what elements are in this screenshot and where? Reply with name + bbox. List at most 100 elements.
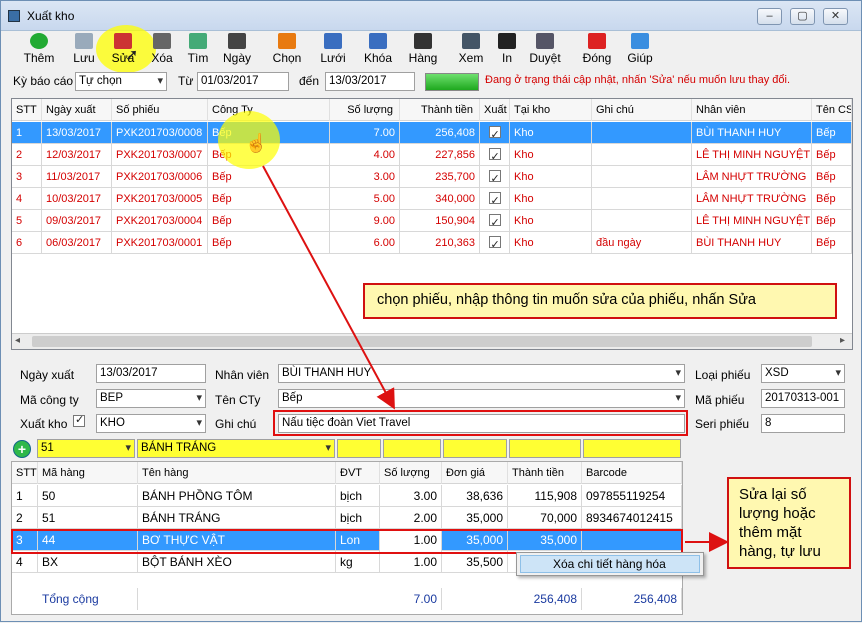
voucher-col-header[interactable]: Số lượng bbox=[330, 99, 400, 121]
voucher-cell-cs[interactable]: Bếp bbox=[812, 144, 852, 166]
find-button[interactable]: Tìm bbox=[181, 33, 215, 69]
voucher-cell-no[interactable]: PXK201703/0006 bbox=[112, 166, 208, 188]
detail-cell-name[interactable]: BỘT BÁNH XÈO bbox=[138, 551, 336, 573]
amount-entry[interactable] bbox=[509, 439, 581, 458]
detail-cell-amount[interactable]: 115,908 bbox=[508, 485, 582, 507]
approve-button[interactable]: Duyệt bbox=[523, 33, 567, 69]
detail-cell-unit[interactable]: kg bbox=[336, 551, 380, 573]
detail-cell-code[interactable]: 51 bbox=[38, 507, 138, 529]
export-checkbox[interactable] bbox=[73, 413, 85, 427]
detail-row[interactable]: 2 51 BÁNH TRÁNG bịch 2.00 35,000 70,000 8934674… bbox=[12, 507, 682, 529]
voucher-cell-staff[interactable]: BÙI THANH HUY bbox=[692, 122, 812, 144]
close-window-button[interactable]: ✕ bbox=[823, 8, 848, 25]
export-cell[interactable] bbox=[480, 210, 510, 232]
detail-cell-stt[interactable]: 1 bbox=[12, 485, 38, 507]
voucher-cell-cs[interactable]: Bếp bbox=[812, 166, 852, 188]
detail-col-header[interactable]: Thành tiền bbox=[508, 462, 582, 484]
delete-detail-menu-item[interactable]: Xóa chi tiết hàng hóa bbox=[520, 555, 700, 573]
voucher-cell-date[interactable]: 12/03/2017 bbox=[42, 144, 112, 166]
voucher-cell-qty[interactable]: 6.00 bbox=[330, 232, 400, 254]
detail-cell-name[interactable]: BÁNH PHỒNG TÔM bbox=[138, 485, 336, 507]
voucher-cell-staff[interactable]: LÂM NHỰT TRƯỜNG bbox=[692, 166, 812, 188]
voucher-cell-company[interactable]: Bếp bbox=[208, 188, 330, 210]
voucher-cell-qty[interactable]: 4.00 bbox=[330, 144, 400, 166]
help-button[interactable]: Giúp bbox=[623, 33, 657, 69]
voucher-cell-cs[interactable]: Bếp bbox=[812, 210, 852, 232]
voucher-col-header[interactable]: Ghi chú bbox=[592, 99, 692, 121]
voucher-col-header[interactable]: Số phiếu bbox=[112, 99, 208, 121]
voucher-cell-stt[interactable]: 5 bbox=[12, 210, 42, 232]
save-button[interactable]: Lưu bbox=[65, 33, 103, 69]
voucher-row[interactable]: 509/03/2017PXK201703/0004Bếp9.00150,904K… bbox=[12, 210, 852, 232]
add-item-icon[interactable]: + bbox=[13, 440, 31, 458]
voucher-cell-cs[interactable]: Bếp bbox=[812, 188, 852, 210]
voucher-cell-qty[interactable]: 7.00 bbox=[330, 122, 400, 144]
voucher-cell-stt[interactable]: 2 bbox=[12, 144, 42, 166]
voucher-cell-no[interactable]: PXK201703/0004 bbox=[112, 210, 208, 232]
voucher-cell-date[interactable]: 06/03/2017 bbox=[42, 232, 112, 254]
detail-col-header[interactable]: STT bbox=[12, 462, 38, 484]
voucher-cell-no[interactable]: PXK201703/0001 bbox=[112, 232, 208, 254]
print-button[interactable]: In bbox=[497, 33, 517, 69]
company-name-select[interactable]: Bếp bbox=[278, 389, 685, 408]
voucher-col-header[interactable]: Tên CS bbox=[812, 99, 852, 121]
voucher-cell-staff[interactable]: BÙI THANH HUY bbox=[692, 232, 812, 254]
detail-col-header[interactable]: Barcode bbox=[582, 462, 682, 484]
detail-cell-unit[interactable]: bịch bbox=[336, 507, 380, 529]
voucher-cell-store[interactable]: Kho bbox=[510, 122, 592, 144]
voucher-cell-store[interactable]: Kho bbox=[510, 188, 592, 210]
voucher-cell-amount[interactable]: 340,000 bbox=[400, 188, 480, 210]
goods-button[interactable]: Hàng bbox=[401, 33, 445, 69]
item-code-entry[interactable]: 51 bbox=[37, 439, 135, 458]
voucher-row[interactable]: 606/03/2017PXK201703/0001Bếp6.00210,363K… bbox=[12, 232, 852, 254]
voucher-cell-stt[interactable]: 3 bbox=[12, 166, 42, 188]
voucher-cell-note[interactable] bbox=[592, 144, 692, 166]
voucher-cell-note[interactable] bbox=[592, 210, 692, 232]
delete-button[interactable]: Xóa bbox=[143, 33, 181, 69]
voucher-cell-no[interactable]: PXK201703/0007 bbox=[112, 144, 208, 166]
voucher-cell-company[interactable]: Bếp bbox=[208, 232, 330, 254]
period-select[interactable]: Tự chọn bbox=[75, 72, 167, 91]
voucher-cell-no[interactable]: PXK201703/0008 bbox=[112, 122, 208, 144]
voucher-cell-cs[interactable]: Bếp bbox=[812, 122, 852, 144]
add-button[interactable]: Thêm bbox=[17, 33, 61, 69]
voucher-cell-company[interactable]: Bếp bbox=[208, 210, 330, 232]
minimize-button[interactable]: – bbox=[757, 8, 782, 25]
voucher-cell-store[interactable]: Kho bbox=[510, 144, 592, 166]
from-date-picker[interactable]: 01/03/2017 bbox=[197, 72, 289, 91]
export-cell[interactable] bbox=[480, 122, 510, 144]
voucher-cell-company[interactable]: Bếp bbox=[208, 166, 330, 188]
voucher-cell-staff[interactable]: LÂM NHỰT TRƯỜNG bbox=[692, 188, 812, 210]
exported-checkbox[interactable] bbox=[488, 212, 501, 232]
voucher-row[interactable]: 113/03/2017PXK201703/0008 Bếp 7.00256,408 K… bbox=[12, 122, 852, 144]
voucher-col-header[interactable]: Xuất bbox=[480, 99, 510, 121]
detail-cell-barcode[interactable]: 097855119254 bbox=[582, 485, 682, 507]
detail-col-header[interactable]: Số lượng bbox=[380, 462, 442, 484]
voucher-cell-staff[interactable]: LÊ THỊ MINH NGUYỆT bbox=[692, 210, 812, 232]
export-cell[interactable] bbox=[480, 166, 510, 188]
type-select[interactable]: XSD bbox=[761, 364, 845, 383]
view-button[interactable]: Xem bbox=[453, 33, 489, 69]
voucher-col-header[interactable]: Thành tiền bbox=[400, 99, 480, 121]
detail-cell-code[interactable]: 50 bbox=[38, 485, 138, 507]
voucher-cell-amount[interactable]: 150,904 bbox=[400, 210, 480, 232]
voucher-cell-store[interactable]: Kho bbox=[510, 166, 592, 188]
detail-cell-price[interactable]: 35,500 bbox=[442, 551, 508, 573]
export-cell[interactable] bbox=[480, 232, 510, 254]
voucher-col-header[interactable]: Nhân viên bbox=[692, 99, 812, 121]
lock-button[interactable]: Khóa bbox=[359, 33, 397, 69]
detail-cell-amount[interactable]: 70,000 bbox=[508, 507, 582, 529]
detail-cell-stt[interactable]: 2 bbox=[12, 507, 38, 529]
voucher-cell-note[interactable] bbox=[592, 122, 692, 144]
detail-cell-qty[interactable]: 2.00 bbox=[380, 507, 442, 529]
voucher-cell-stt[interactable]: 4 bbox=[12, 188, 42, 210]
maximize-button[interactable]: ▢ bbox=[790, 8, 815, 25]
exported-checkbox[interactable] bbox=[488, 146, 501, 166]
voucher-cell-note[interactable] bbox=[592, 166, 692, 188]
voucher-cell-note[interactable]: đầu ngày bbox=[592, 232, 692, 254]
voucher-col-header[interactable]: STT bbox=[12, 99, 42, 121]
voucher-cell-store[interactable]: Kho bbox=[510, 232, 592, 254]
voucher-cell-date[interactable]: 09/03/2017 bbox=[42, 210, 112, 232]
voucher-cell-amount[interactable]: 256,408 bbox=[400, 122, 480, 144]
voucher-cell-date[interactable]: 10/03/2017 bbox=[42, 188, 112, 210]
